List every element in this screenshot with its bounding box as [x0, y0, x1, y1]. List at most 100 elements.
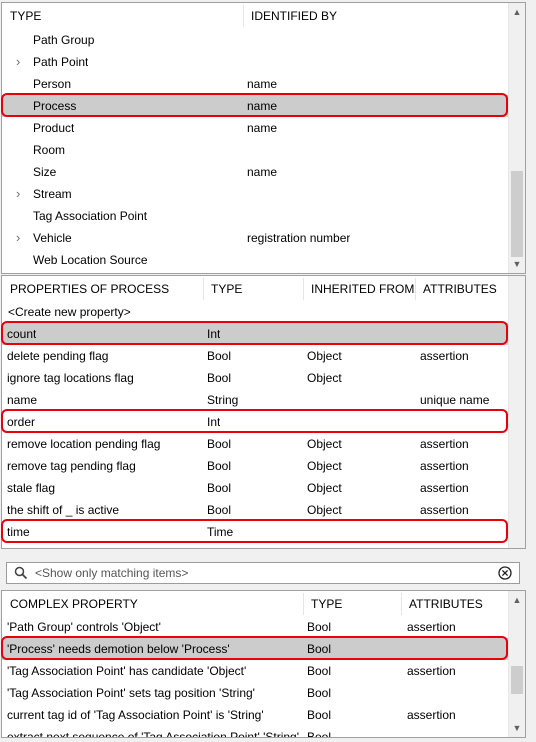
property-type: Bool: [207, 371, 232, 385]
property-name: stale flag: [7, 481, 56, 495]
property-name: remove location pending flag: [7, 437, 161, 451]
properties-scrollbar[interactable]: [508, 276, 525, 548]
type-identified-by: name: [247, 77, 278, 91]
property-row-remove-location-pending-flag[interactable]: remove location pending flag Bool Object…: [2, 433, 508, 455]
property-row-delete-pending-flag[interactable]: delete pending flag Bool Object assertio…: [2, 345, 508, 367]
scroll-down-icon[interactable]: ▼: [509, 256, 525, 272]
properties-header: PROPERTIES OF PROCESS TYPE INHERITED FRO…: [2, 278, 510, 300]
complex-properties-panel: COMPLEX PROPERTY TYPE ATTRIBUTES 'Path G…: [1, 590, 526, 738]
complex-row[interactable]: 'Path Group' controls 'Object' Bool asse…: [2, 616, 508, 638]
complex-type: Bool: [307, 708, 332, 722]
property-row-count[interactable]: count Int: [2, 323, 508, 345]
type-name: Stream: [33, 187, 72, 201]
chevron-right-icon[interactable]: ›: [16, 51, 28, 73]
chevron-right-icon[interactable]: ›: [16, 227, 28, 249]
property-name: order: [7, 415, 36, 429]
clear-icon[interactable]: [498, 566, 512, 580]
property-attributes: assertion: [420, 459, 469, 473]
complex-row[interactable]: 'Tag Association Point' sets tag positio…: [2, 682, 508, 704]
type-row-vehicle[interactable]: › Vehicle registration number: [2, 227, 508, 249]
property-row-remove-tag-pending-flag[interactable]: remove tag pending flag Bool Object asse…: [2, 455, 508, 477]
scrollbar-thumb[interactable]: [511, 171, 523, 257]
type-name: Path Point: [33, 55, 89, 69]
property-attributes: assertion: [420, 349, 469, 363]
type-name: Room: [33, 143, 66, 157]
column-header-property[interactable]: PROPERTIES OF PROCESS: [2, 278, 204, 300]
complex-type: Bool: [307, 620, 332, 634]
complex-attributes: assertion: [407, 708, 456, 722]
property-type: Int: [207, 327, 221, 341]
type-row-room[interactable]: Room: [2, 139, 508, 161]
property-row-stale-flag[interactable]: stale flag Bool Object assertion: [2, 477, 508, 499]
types-header: TYPE IDENTIFIED BY: [2, 5, 510, 27]
property-inherited: Object: [307, 459, 342, 473]
property-name: name: [7, 393, 38, 407]
type-identified-by: name: [247, 165, 278, 179]
column-header-identified-by[interactable]: IDENTIFIED BY: [244, 5, 510, 27]
column-header-attributes[interactable]: ATTRIBUTES: [416, 278, 510, 300]
property-attributes: assertion: [420, 481, 469, 495]
type-identified-by: name: [247, 99, 278, 113]
property-type: Int: [207, 415, 221, 429]
complex-attributes: assertion: [407, 620, 456, 634]
column-header-type[interactable]: TYPE: [304, 593, 402, 615]
type-name: Person: [33, 77, 72, 91]
property-type: String: [207, 393, 239, 407]
property-name: remove tag pending flag: [7, 459, 136, 473]
type-identified-by: registration number: [247, 231, 351, 245]
complex-name: extract next sequence of 'Tag Associatio…: [7, 730, 299, 738]
type-name: Size: [33, 165, 57, 179]
type-row-size[interactable]: Size name: [2, 161, 508, 183]
property-type: Bool: [207, 459, 232, 473]
property-row-shift-is-active[interactable]: the shift of _ is active Bool Object ass…: [2, 499, 508, 521]
scroll-up-icon[interactable]: ▲: [509, 4, 525, 20]
property-row-time[interactable]: time Time: [2, 521, 508, 543]
types-scrollbar[interactable]: ▲ ▼: [508, 3, 525, 273]
types-panel: TYPE IDENTIFIED BY Path Group › Path Poi…: [1, 2, 526, 274]
type-row-path-group[interactable]: Path Group: [2, 29, 508, 51]
property-row-name[interactable]: name String unique name: [2, 389, 508, 411]
complex-name: current tag id of 'Tag Association Point…: [7, 708, 264, 722]
property-inherited: Object: [307, 349, 342, 363]
search-icon: [14, 566, 28, 580]
complex-row[interactable]: extract next sequence of 'Tag Associatio…: [2, 726, 508, 738]
complex-row[interactable]: 'Tag Association Point' has candidate 'O…: [2, 660, 508, 682]
column-header-inherited-from[interactable]: INHERITED FROM: [304, 278, 416, 300]
complex-name: 'Process' needs demotion below 'Process': [7, 642, 230, 656]
property-row-order[interactable]: order Int: [2, 411, 508, 433]
type-name: Tag Association Point: [33, 209, 148, 223]
type-row-product[interactable]: Product name: [2, 117, 508, 139]
column-header-type[interactable]: TYPE: [204, 278, 304, 300]
filter-search-box[interactable]: [6, 562, 520, 584]
create-property-row[interactable]: <Create new property>: [2, 301, 508, 323]
column-header-attributes[interactable]: ATTRIBUTES: [402, 593, 510, 615]
complex-name: 'Tag Association Point' has candidate 'O…: [7, 664, 247, 678]
column-header-complex-property[interactable]: COMPLEX PROPERTY: [2, 593, 304, 615]
property-inherited: Object: [307, 481, 342, 495]
complex-scrollbar[interactable]: ▲ ▼: [508, 591, 525, 737]
complex-type: Bool: [307, 730, 332, 738]
scrollbar-thumb[interactable]: [511, 666, 523, 694]
complex-row[interactable]: 'Process' needs demotion below 'Process'…: [2, 638, 508, 660]
property-name: ignore tag locations flag: [7, 371, 134, 385]
column-header-type[interactable]: TYPE: [2, 5, 244, 27]
type-row-web-location-source[interactable]: Web Location Source: [2, 249, 508, 271]
type-row-process[interactable]: Process name: [2, 95, 508, 117]
property-attributes: unique name: [420, 393, 490, 407]
type-row-person[interactable]: Person name: [2, 73, 508, 95]
type-name: Vehicle: [33, 231, 72, 245]
scroll-up-icon[interactable]: ▲: [509, 592, 525, 608]
filter-input[interactable]: [35, 563, 485, 583]
chevron-right-icon[interactable]: ›: [16, 183, 28, 205]
complex-type: Bool: [307, 686, 332, 700]
create-property-label: <Create new property>: [8, 305, 131, 319]
type-row-stream[interactable]: › Stream: [2, 183, 508, 205]
property-type: Time: [207, 525, 234, 539]
type-name: Process: [33, 99, 77, 113]
type-row-tag-association-point[interactable]: Tag Association Point: [2, 205, 508, 227]
property-row-ignore-tag-locations-flag[interactable]: ignore tag locations flag Bool Object: [2, 367, 508, 389]
type-name: Product: [33, 121, 75, 135]
complex-row[interactable]: current tag id of 'Tag Association Point…: [2, 704, 508, 726]
scroll-down-icon[interactable]: ▼: [509, 720, 525, 736]
type-row-path-point[interactable]: › Path Point: [2, 51, 508, 73]
